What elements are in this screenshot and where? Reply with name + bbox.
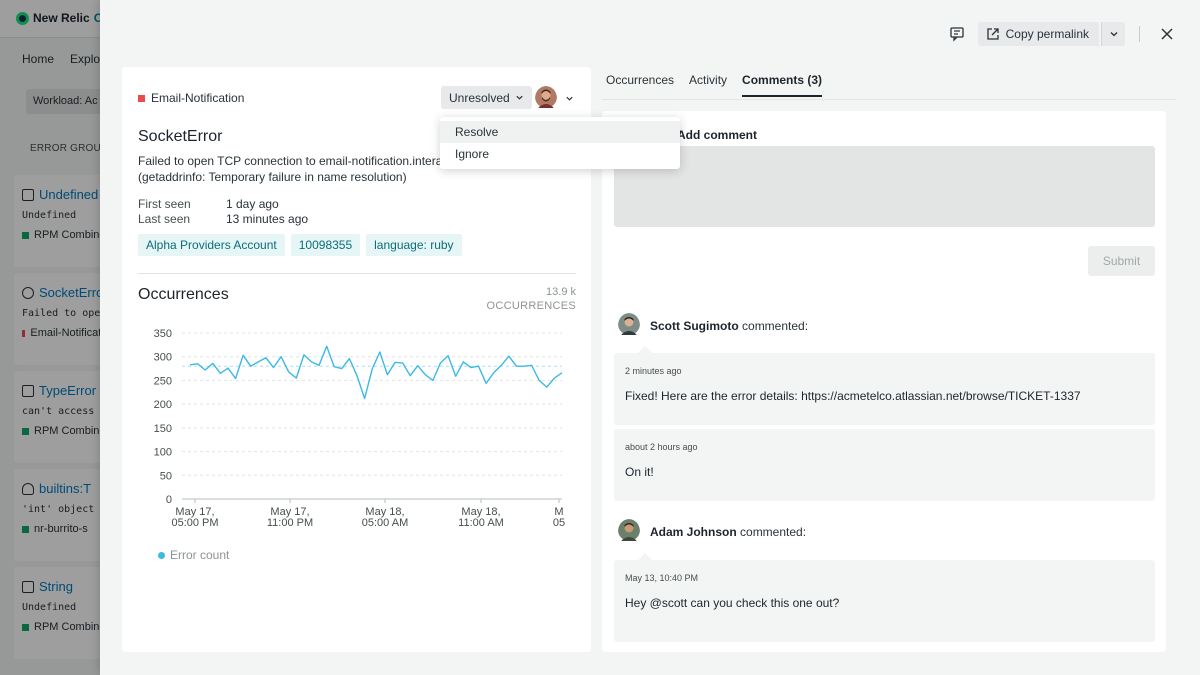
chevron-down-icon <box>516 95 523 100</box>
comment-entry: May 13, 10:40 PM Hey @scott can you chec… <box>614 553 1155 642</box>
last-seen-value: 13 minutes ago <box>226 212 309 226</box>
comment-entry: about 2 hours ago On it! <box>614 429 1155 501</box>
modal-toolbar: Copy permalink <box>944 22 1180 46</box>
tab-activity[interactable]: Activity <box>689 73 727 97</box>
last-seen-label: Last seen <box>138 212 191 226</box>
detail-tabs: Occurrences Activity Comments (3) <box>606 73 823 97</box>
comment-author: Adam Johnson commented: <box>618 519 806 544</box>
feedback-icon[interactable] <box>944 22 970 46</box>
tag-list: Alpha Providers Account 10098355 languag… <box>138 234 462 256</box>
close-icon[interactable] <box>1154 22 1180 46</box>
status-menu: Resolve Ignore <box>440 117 680 169</box>
series-line-error-count <box>189 345 563 400</box>
legend-swatch <box>158 551 165 559</box>
y-tick-label: 250 <box>154 375 172 387</box>
occurrences-total-unit: OCCURRENCES <box>486 300 576 312</box>
y-tick-label: 100 <box>154 447 172 459</box>
copy-permalink-button[interactable]: Copy permalink <box>977 22 1099 46</box>
assignee-avatar <box>535 86 557 111</box>
comment-notch <box>638 553 652 560</box>
occurrences-chart[interactable]: 050100150200250300350May 17,05:00 PMMay … <box>138 322 568 532</box>
error-title: SocketError <box>138 128 223 145</box>
tab-occurrences[interactable]: Occurrences <box>606 73 674 97</box>
comment-timestamp: May 13, 10:40 PM <box>625 573 699 583</box>
comment-text: Hey @scott can you check this one out? <box>625 596 840 610</box>
toolbar-divider <box>1139 26 1140 42</box>
comment-author-name[interactable]: Adam Johnson <box>650 525 737 539</box>
legend-label: Error count <box>170 548 230 562</box>
x-tick-label: 11:00 PM <box>267 517 313 529</box>
occurrences-title: Occurrences <box>138 286 229 303</box>
x-tick-label: 11:00 AM <box>458 517 504 529</box>
avatar <box>618 313 640 338</box>
first-seen-value: 1 day ago <box>226 197 279 211</box>
copy-permalink-label: Copy permalink <box>1005 27 1089 41</box>
comment-text: On it! <box>625 465 654 479</box>
divider <box>138 273 576 274</box>
y-tick-label: 300 <box>154 352 172 364</box>
comment-timestamp: 2 minutes ago <box>625 366 682 376</box>
comment-timestamp: about 2 hours ago <box>625 442 698 452</box>
entity-link[interactable]: Email-Notification <box>138 91 244 105</box>
x-tick-label: 05:00 PM <box>171 517 218 529</box>
occurrences-total: 13.9 k OCCURRENCES <box>487 285 576 313</box>
comments-panel: Add comment Submit Scott Sugimoto commen… <box>602 111 1166 652</box>
menu-item-resolve[interactable]: Resolve <box>440 121 680 143</box>
entity-status-square <box>138 94 145 102</box>
y-tick-label: 150 <box>154 423 172 435</box>
assignee-dropdown[interactable] <box>535 86 574 111</box>
menu-item-ignore[interactable]: Ignore <box>440 143 680 165</box>
add-comment-label: Add comment <box>677 128 758 142</box>
first-seen-label: First seen <box>138 197 191 211</box>
error-message: Failed to open TCP connection to email-n… <box>138 153 448 185</box>
comment-notch <box>638 346 652 353</box>
y-tick-label: 350 <box>154 328 172 340</box>
comment-text: Fixed! Here are the error details: https… <box>625 389 1081 403</box>
y-tick-label: 0 <box>166 494 172 506</box>
external-link-icon <box>986 28 999 40</box>
comment-verb: commented: <box>742 318 809 333</box>
chevron-down-icon <box>1110 32 1117 37</box>
error-message-line: Failed to open TCP connection to email-n… <box>138 154 448 168</box>
error-message-line: (getaddrinfo: Temporary failure in name … <box>138 170 407 184</box>
tab-comments[interactable]: Comments (3) <box>742 73 823 97</box>
comment-author-name[interactable]: Scott Sugimoto <box>650 319 739 333</box>
x-tick-label: 05 <box>553 517 565 529</box>
x-tick-label: 05:00 AM <box>362 517 408 529</box>
y-tick-label: 200 <box>154 399 172 411</box>
error-detail-modal: Copy permalink Email-Notification Unreso… <box>100 0 1200 675</box>
avatar <box>618 519 640 544</box>
comment-input[interactable] <box>614 146 1155 227</box>
comment-entry: 2 minutes ago Fixed! Here are the error … <box>614 346 1155 425</box>
tabs-divider <box>602 99 1176 100</box>
entity-name: Email-Notification <box>151 91 245 105</box>
comment-author: Scott Sugimoto commented: <box>618 313 808 338</box>
permalink-options-button[interactable] <box>1101 22 1125 46</box>
chevron-down-icon <box>566 96 573 101</box>
status-label: Unresolved <box>449 90 510 105</box>
comment-verb: commented: <box>740 524 807 539</box>
seen-info: First seen 1 day ago Last seen 13 minutes … <box>138 197 308 227</box>
tag-language[interactable]: language: ruby <box>366 234 462 256</box>
occurrences-total-value: 13.9 k <box>546 286 576 298</box>
y-tick-label: 50 <box>160 470 172 482</box>
status-dropdown-button[interactable]: Unresolved <box>441 86 532 109</box>
chart-legend[interactable]: Error count <box>158 548 229 562</box>
tag-account[interactable]: Alpha Providers Account <box>138 234 285 256</box>
tag-account-id[interactable]: 10098355 <box>290 234 361 256</box>
submit-button[interactable]: Submit <box>1088 246 1155 276</box>
